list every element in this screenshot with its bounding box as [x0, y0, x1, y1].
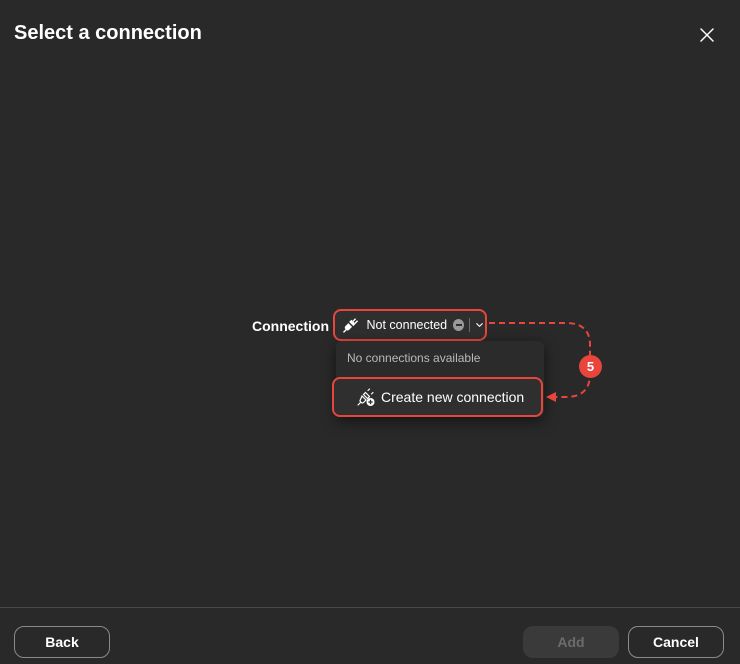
connection-label: Connection — [252, 318, 329, 334]
connection-status-text: Not connected — [366, 318, 448, 332]
back-button[interactable]: Back — [14, 626, 110, 658]
connection-picker[interactable]: Not connected — [333, 309, 487, 341]
cancel-button[interactable]: Cancel — [628, 626, 724, 658]
add-button[interactable]: Add — [523, 626, 619, 658]
footer-divider — [0, 607, 740, 608]
chevron-down-icon[interactable] — [474, 319, 485, 331]
no-connections-message: No connections available — [347, 351, 481, 365]
create-new-connection-label: Create new connection — [381, 389, 525, 405]
select-connection-dialog: Select a connection Connection Not conne… — [0, 0, 740, 664]
create-new-connection-option[interactable]: Create new connection — [332, 377, 543, 417]
close-icon — [700, 28, 714, 42]
close-button[interactable] — [694, 22, 720, 48]
plug-icon — [342, 318, 359, 333]
dialog-title: Select a connection — [14, 22, 202, 44]
add-connection-icon — [357, 388, 375, 406]
minus-circle-icon — [453, 319, 465, 331]
step-number-badge: 5 — [579, 355, 602, 378]
picker-divider — [469, 318, 471, 332]
